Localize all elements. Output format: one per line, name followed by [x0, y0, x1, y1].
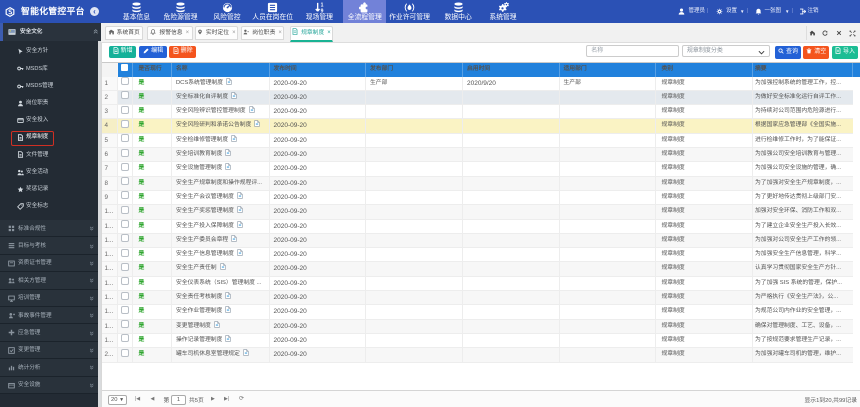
svg-text:9: 9 [320, 8, 323, 12]
